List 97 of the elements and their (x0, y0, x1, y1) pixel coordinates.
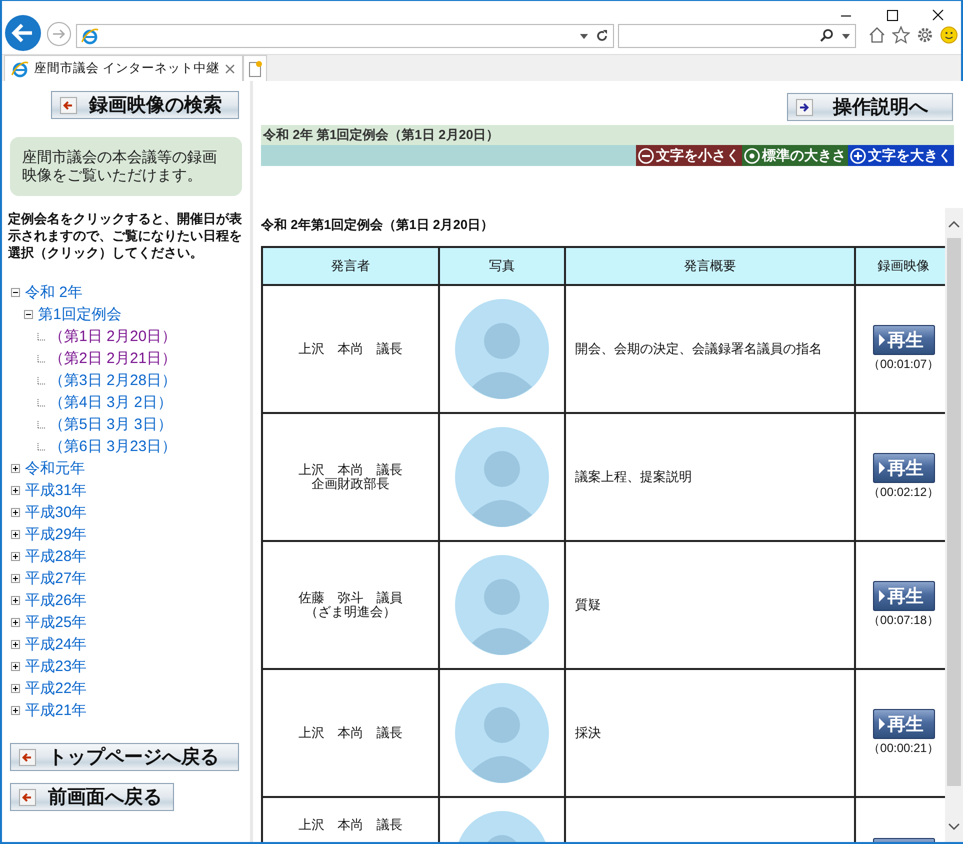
help-button[interactable]: 操作説明へ (787, 93, 953, 121)
refresh-icon[interactable] (595, 29, 609, 43)
play-button[interactable]: 再生 (872, 709, 934, 739)
tree-link[interactable]: （第3日 2月28日） (49, 370, 177, 390)
speaker-cell: 上沢 本尚 議長 (262, 285, 439, 413)
tree-line-icon (37, 332, 46, 340)
tree-link[interactable]: 平成23年 (25, 656, 87, 676)
search-field[interactable] (618, 24, 856, 48)
home-icon[interactable] (868, 26, 886, 44)
play-button[interactable]: 再生 (872, 325, 934, 355)
dropdown-icon[interactable] (579, 31, 589, 41)
play-icon (878, 589, 886, 603)
expand-icon[interactable] (11, 684, 20, 692)
tab-title: 座間市議会 インターネット中継 (34, 60, 220, 77)
summary-cell: 開会、会期の決定、会議録署名議員の指名 (565, 285, 855, 413)
play-icon (878, 333, 886, 347)
tree-link[interactable]: 平成26年 (25, 590, 87, 610)
tree-link[interactable]: 平成24年 (25, 634, 87, 654)
tree-link[interactable]: （第4日 3月 2日） (49, 392, 172, 412)
speaker-cell: 上沢 本尚 議長 (262, 669, 439, 797)
expand-icon[interactable] (11, 530, 20, 538)
tree-link[interactable]: （第6日 3月23日） (49, 436, 177, 456)
duration-text: （00:01:07） (868, 356, 939, 373)
new-tab-button[interactable] (243, 55, 268, 81)
browser-tab[interactable]: 座間市議会 インターネット中継 (4, 55, 244, 81)
browser-icon (11, 60, 29, 78)
new-page-icon (247, 60, 264, 78)
tree-line-icon (37, 420, 46, 428)
tree-line-icon (37, 442, 46, 450)
column-header: 発言概要 (565, 247, 855, 285)
table-title: 令和 2年第1回定例会（第1日 2月20日） (261, 216, 495, 234)
tree-link[interactable]: 平成28年 (25, 546, 87, 566)
play-icon (878, 461, 886, 475)
tree-link[interactable]: （第5日 3月 3日） (49, 414, 172, 434)
star-icon[interactable] (892, 26, 910, 44)
tree-line-icon (37, 376, 46, 384)
expand-icon[interactable] (11, 706, 20, 714)
summary-cell: 採決 (565, 669, 855, 797)
tree-line-icon (37, 354, 46, 362)
dot-circle-icon (744, 148, 760, 164)
column-header: 録画映像 (855, 247, 945, 285)
back-icon[interactable] (4, 14, 42, 52)
speaker-cell: 上沢 本尚 議長 企画財政部長 (262, 413, 439, 541)
session-title: 令和 2年 第1回定例会（第1日 2月20日） (263, 126, 500, 144)
search-icon[interactable] (819, 28, 835, 44)
tree-link[interactable]: 平成29年 (25, 524, 87, 544)
expand-icon[interactable] (11, 662, 20, 670)
expand-icon[interactable] (11, 640, 20, 648)
tree-link[interactable]: 平成27年 (25, 568, 87, 588)
top-page-button[interactable]: トップページへ戻る (10, 743, 239, 771)
expand-icon[interactable] (11, 596, 20, 604)
duration-text: （00:02:12） (868, 484, 939, 501)
previous-page-button[interactable]: 前画面へ戻る (10, 783, 174, 811)
collapse-icon[interactable] (11, 288, 20, 296)
column-header: 写真 (439, 247, 565, 285)
instruction-text: 定例会名をクリックすると、開催日が表示されますので、ご覧になりたい日程を選択（クリック）してください。 (8, 210, 243, 261)
expand-icon[interactable] (11, 552, 20, 560)
summary-cell: 議案上程、提案説明 (565, 413, 855, 541)
tree-link[interactable]: （第1日 2月20日） (49, 326, 177, 346)
duration-text: （00:00:21） (868, 740, 939, 757)
font-size-control[interactable]: 文字を大きく (848, 145, 954, 166)
play-button[interactable]: 再生 (872, 453, 934, 483)
expand-icon[interactable] (11, 508, 20, 516)
tree-link[interactable]: 平成31年 (25, 480, 87, 500)
tree-link[interactable]: 平成21年 (25, 700, 87, 720)
expand-icon[interactable] (11, 464, 20, 472)
intro-text: 座間市議会の本会議等の録画映像をご覧いただけます。 (10, 137, 242, 196)
scrollbar-thumb[interactable] (947, 238, 961, 786)
collapse-icon[interactable] (24, 310, 33, 318)
expand-icon[interactable] (11, 618, 20, 626)
expand-icon[interactable] (11, 574, 20, 582)
tree-link[interactable]: 令和 2年 (25, 282, 83, 302)
column-header: 発言者 (262, 247, 439, 285)
font-size-control[interactable]: 標準の大きさ (742, 145, 848, 166)
tree-link[interactable]: 令和元年 (25, 458, 85, 478)
browser-icon (81, 27, 99, 45)
duration-text: （00:07:18） (868, 612, 939, 629)
tree-link[interactable]: （第2日 2月21日） (49, 348, 177, 368)
dropdown-icon[interactable] (841, 31, 851, 41)
play-icon (878, 717, 886, 731)
tree-link[interactable]: 平成22年 (25, 678, 87, 698)
plus-circle-icon (850, 148, 866, 164)
summary-cell: 質疑 (565, 541, 855, 669)
tree-link[interactable]: 第1回定例会 (38, 304, 122, 324)
expand-icon[interactable] (11, 486, 20, 494)
tree-line-icon (37, 398, 46, 406)
play-button[interactable]: 再生 (872, 581, 934, 611)
tree-link[interactable]: 平成30年 (25, 502, 87, 522)
tree-link[interactable]: 平成25年 (25, 612, 87, 632)
speaker-cell: 佐藤 弥斗 議員 （ざま明進会） (262, 541, 439, 669)
search-recordings-button[interactable]: 録画映像の検索 (51, 91, 239, 119)
minus-circle-icon (638, 148, 654, 164)
font-size-control[interactable]: 文字を小さく (636, 145, 742, 166)
address-field[interactable] (76, 24, 614, 48)
speaker-cell: 上沢 本尚 議長 (262, 797, 439, 842)
smiley-icon[interactable] (940, 26, 958, 44)
settings-icon[interactable] (916, 26, 934, 44)
